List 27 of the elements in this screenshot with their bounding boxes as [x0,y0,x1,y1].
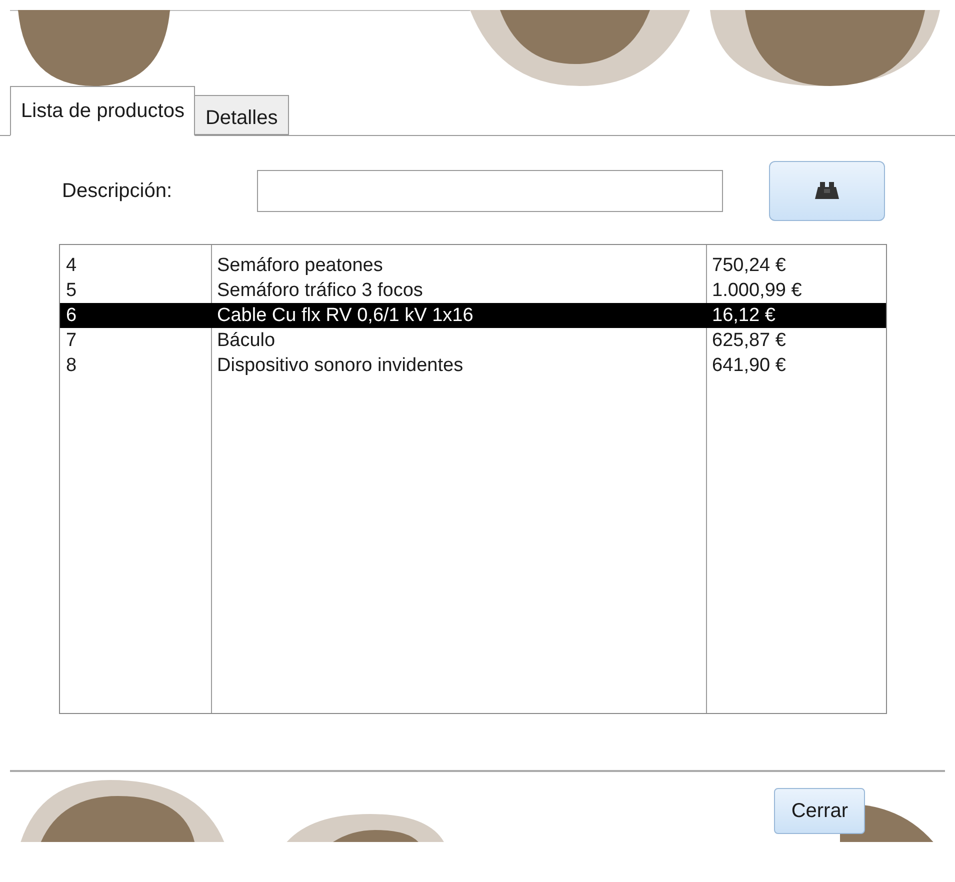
tab[interactable]: Lista de productos [10,86,196,136]
table-cell-text: 8 [65,354,78,378]
table-cell-text: Dispositivo sonoro invidentes [216,354,464,378]
table-row[interactable]: 5 Semáforo tráfico 3 focos 1.000,99 € [60,278,886,303]
table-row[interactable]: 6 Cable Cu flx RV 0,6/1 kV 1x16 16,12 € [60,303,886,328]
table-row[interactable]: 4 Semáforo peatones 750,24 € [60,253,886,278]
binoculars-icon [814,181,840,201]
table-cell-text: Semáforo tráfico 3 focos [216,279,424,303]
search-button[interactable] [769,161,885,221]
close-button[interactable]: Cerrar [774,788,865,834]
table-cell-text: 6 [65,304,78,328]
table-cell-text: Semáforo peatones [216,254,384,278]
table-cell-text: 750,24 € [711,254,787,278]
table-cell-text: Báculo [216,329,276,353]
table-cell-text: 16,12 € [711,304,776,328]
table-cell-text: 7 [65,329,78,353]
tab[interactable]: Detalles [195,95,289,135]
table-row[interactable]: 7 Báculo 625,87 € [60,328,886,353]
table-cell-text: 625,87 € [711,329,787,353]
table-cell-text: 4 [65,254,78,278]
table-cell-text: 641,90 € [711,354,787,378]
table-cell-text: 5 [65,279,78,303]
description-input-field[interactable] [257,170,724,212]
table-row[interactable]: 8 Dispositivo sonoro invidentes 641,90 € [60,353,886,378]
table-cell-text: Cable Cu flx RV 0,6/1 kV 1x16 [216,304,474,328]
description-label: Descripción: [62,179,174,204]
table-cell-text: 1.000,99 € [711,279,803,303]
